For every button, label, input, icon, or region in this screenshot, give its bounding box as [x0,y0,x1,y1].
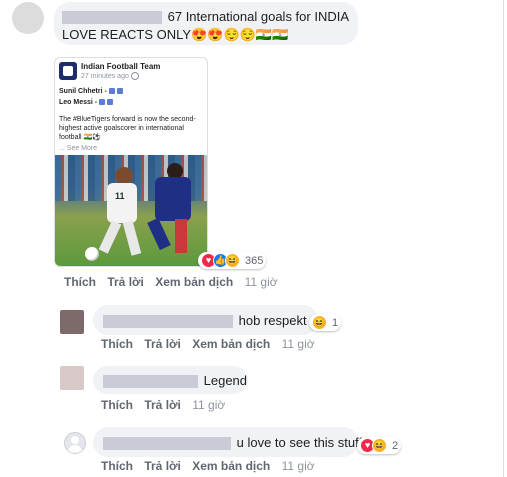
page-name[interactable]: Indian Football Team [81,62,160,71]
reaction-count: 2 [392,439,399,452]
post-body: The #BlueTigers forward is now the secon… [59,116,196,141]
comment-time[interactable]: 11 giờ [245,275,278,289]
reaction-count: 365 [245,254,264,267]
like-button[interactable]: Thích [64,275,96,289]
commenter-name[interactable] [103,437,231,451]
see-translation-button[interactable]: Xem bản dịch [192,459,270,473]
default-avatar-icon[interactable] [64,432,86,454]
commenter-name[interactable] [103,375,198,389]
reply-button[interactable]: Trả lời [144,459,181,473]
shared-post-card[interactable]: Indian Football Team 27 minutes ago Suni… [54,57,208,267]
post-time: 27 minutes ago [81,72,129,80]
commenter-name[interactable] [62,11,162,25]
comment-text: Legend [203,373,248,388]
comment-bubble: u love to see this stuff [93,427,362,457]
comment-time[interactable]: 11 giờ [282,337,315,351]
jersey-number: 11 [115,191,125,201]
like-button[interactable]: Thích [101,398,133,412]
reply-button[interactable]: Trả lời [107,275,144,289]
haha-reaction-icon: 😆 [372,438,387,453]
see-more-link[interactable]: ... See More [59,145,97,152]
number-badge [107,99,114,106]
comment-text: u love to see this stuff [236,435,363,450]
comment-text-line2: LOVE REACTS ONLY😍😍😌😌🇮🇳🇮🇳 [62,27,289,42]
reaction-summary[interactable]: ♥ 😆 2 [357,437,402,454]
like-button[interactable]: Thích [101,459,133,473]
comment-bubble: Legend [93,366,248,394]
see-translation-button[interactable]: Xem bản dịch [192,337,270,351]
globe-icon [130,72,139,80]
comment-text-line1: 67 International goals for INDIA [167,9,350,24]
comment-time[interactable]: 11 giờ [192,398,225,412]
comment-time[interactable]: 11 giờ [282,459,315,473]
haha-reaction-icon: 😆 [225,253,240,268]
reply-button[interactable]: Trả lời [144,337,181,351]
panel-border [503,0,504,477]
post-line2: Leo Messi - [59,99,100,106]
post-line1: Sunil Chhetri - [59,88,109,95]
commenter-avatar[interactable] [60,366,84,390]
commenter-avatar[interactable] [12,2,44,34]
page-logo [59,62,77,80]
number-badge [99,99,106,106]
commenter-name[interactable] [103,315,233,329]
like-button[interactable]: Thích [101,337,133,351]
number-badge [108,88,115,95]
reaction-summary[interactable]: ♥ 👍 😆 365 [198,252,267,269]
comment-bubble: hob respekt [93,305,318,335]
football [85,247,99,261]
post-photo[interactable]: 11 [55,155,207,266]
reaction-count: 1 [332,316,339,329]
haha-reaction-icon: 😆 [312,315,327,330]
number-badge [116,88,123,95]
comment-bubble: 67 International goals for INDIA LOVE RE… [54,2,358,45]
commenter-avatar[interactable] [60,310,84,334]
see-translation-button[interactable]: Xem bản dịch [155,275,233,289]
reaction-summary[interactable]: 😆 1 [309,314,342,331]
comment-text: hob respekt [238,313,307,328]
reply-button[interactable]: Trả lời [144,398,181,412]
